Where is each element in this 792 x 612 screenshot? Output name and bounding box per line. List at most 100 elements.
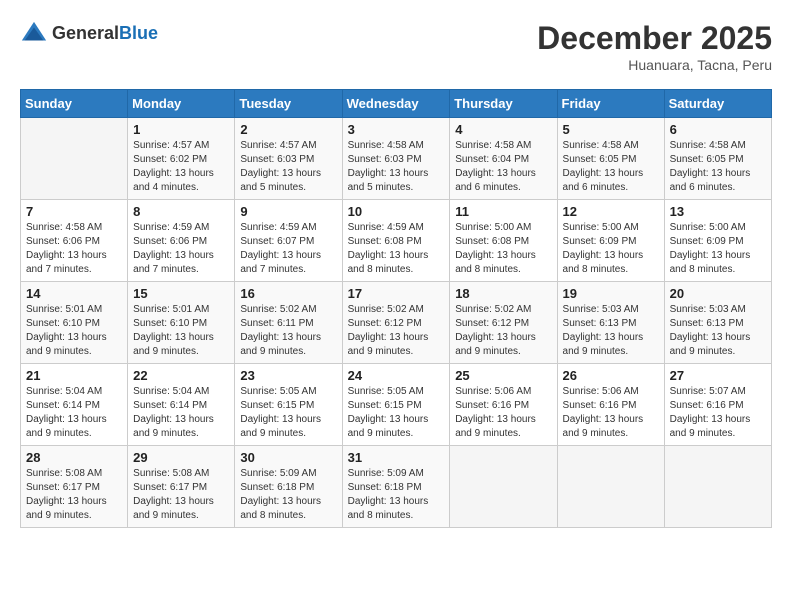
- cell-date: 17: [348, 286, 445, 301]
- cell-date: 6: [670, 122, 766, 137]
- page-header: GeneralBlue December 2025 Huanuara, Tacn…: [20, 20, 772, 73]
- cell-date: 24: [348, 368, 445, 383]
- cell-date: 14: [26, 286, 122, 301]
- cell-info: Sunrise: 5:04 AMSunset: 6:14 PMDaylight:…: [133, 385, 229, 441]
- cell-date: 29: [133, 450, 229, 465]
- calendar-cell: 15 Sunrise: 5:01 AMSunset: 6:10 PMDaylig…: [128, 282, 235, 364]
- calendar-row: 21 Sunrise: 5:04 AMSunset: 6:14 PMDaylig…: [21, 364, 772, 446]
- weekday-header: Saturday: [664, 90, 771, 118]
- cell-date: 13: [670, 204, 766, 219]
- cell-info: Sunrise: 5:00 AMSunset: 6:08 PMDaylight:…: [455, 221, 551, 277]
- cell-info: Sunrise: 4:59 AMSunset: 6:08 PMDaylight:…: [348, 221, 445, 277]
- cell-date: 8: [133, 204, 229, 219]
- calendar-row: 7 Sunrise: 4:58 AMSunset: 6:06 PMDayligh…: [21, 200, 772, 282]
- calendar-cell: 12 Sunrise: 5:00 AMSunset: 6:09 PMDaylig…: [557, 200, 664, 282]
- cell-info: Sunrise: 4:59 AMSunset: 6:07 PMDaylight:…: [240, 221, 336, 277]
- calendar-cell: 31 Sunrise: 5:09 AMSunset: 6:18 PMDaylig…: [342, 446, 450, 528]
- weekday-header: Thursday: [450, 90, 557, 118]
- cell-info: Sunrise: 5:05 AMSunset: 6:15 PMDaylight:…: [240, 385, 336, 441]
- cell-date: 3: [348, 122, 445, 137]
- calendar-cell: 27 Sunrise: 5:07 AMSunset: 6:16 PMDaylig…: [664, 364, 771, 446]
- calendar-cell: [664, 446, 771, 528]
- cell-info: Sunrise: 5:05 AMSunset: 6:15 PMDaylight:…: [348, 385, 445, 441]
- title-block: December 2025 Huanuara, Tacna, Peru: [537, 20, 772, 73]
- cell-info: Sunrise: 5:01 AMSunset: 6:10 PMDaylight:…: [26, 303, 122, 359]
- calendar-body: 1 Sunrise: 4:57 AMSunset: 6:02 PMDayligh…: [21, 118, 772, 528]
- cell-date: 5: [563, 122, 659, 137]
- calendar-cell: 29 Sunrise: 5:08 AMSunset: 6:17 PMDaylig…: [128, 446, 235, 528]
- cell-info: Sunrise: 5:09 AMSunset: 6:18 PMDaylight:…: [348, 467, 445, 523]
- cell-info: Sunrise: 4:57 AMSunset: 6:02 PMDaylight:…: [133, 139, 229, 195]
- cell-date: 21: [26, 368, 122, 383]
- calendar-cell: 28 Sunrise: 5:08 AMSunset: 6:17 PMDaylig…: [21, 446, 128, 528]
- calendar-table: SundayMondayTuesdayWednesdayThursdayFrid…: [20, 89, 772, 528]
- cell-date: 9: [240, 204, 336, 219]
- calendar-row: 1 Sunrise: 4:57 AMSunset: 6:02 PMDayligh…: [21, 118, 772, 200]
- weekday-header: Sunday: [21, 90, 128, 118]
- calendar-cell: 10 Sunrise: 4:59 AMSunset: 6:08 PMDaylig…: [342, 200, 450, 282]
- calendar-cell: 2 Sunrise: 4:57 AMSunset: 6:03 PMDayligh…: [235, 118, 342, 200]
- calendar-cell: 9 Sunrise: 4:59 AMSunset: 6:07 PMDayligh…: [235, 200, 342, 282]
- cell-info: Sunrise: 5:06 AMSunset: 6:16 PMDaylight:…: [563, 385, 659, 441]
- calendar-cell: 18 Sunrise: 5:02 AMSunset: 6:12 PMDaylig…: [450, 282, 557, 364]
- cell-info: Sunrise: 5:03 AMSunset: 6:13 PMDaylight:…: [563, 303, 659, 359]
- calendar-cell: [450, 446, 557, 528]
- cell-info: Sunrise: 4:58 AMSunset: 6:04 PMDaylight:…: [455, 139, 551, 195]
- cell-date: 2: [240, 122, 336, 137]
- cell-info: Sunrise: 5:02 AMSunset: 6:12 PMDaylight:…: [455, 303, 551, 359]
- cell-info: Sunrise: 5:00 AMSunset: 6:09 PMDaylight:…: [670, 221, 766, 277]
- logo-text: GeneralBlue: [52, 24, 158, 44]
- cell-info: Sunrise: 5:02 AMSunset: 6:12 PMDaylight:…: [348, 303, 445, 359]
- cell-date: 30: [240, 450, 336, 465]
- cell-info: Sunrise: 4:58 AMSunset: 6:05 PMDaylight:…: [670, 139, 766, 195]
- calendar-cell: 6 Sunrise: 4:58 AMSunset: 6:05 PMDayligh…: [664, 118, 771, 200]
- cell-date: 25: [455, 368, 551, 383]
- cell-date: 12: [563, 204, 659, 219]
- cell-date: 10: [348, 204, 445, 219]
- calendar-cell: 17 Sunrise: 5:02 AMSunset: 6:12 PMDaylig…: [342, 282, 450, 364]
- calendar-row: 14 Sunrise: 5:01 AMSunset: 6:10 PMDaylig…: [21, 282, 772, 364]
- calendar-cell: 20 Sunrise: 5:03 AMSunset: 6:13 PMDaylig…: [664, 282, 771, 364]
- calendar-cell: 13 Sunrise: 5:00 AMSunset: 6:09 PMDaylig…: [664, 200, 771, 282]
- calendar-cell: 26 Sunrise: 5:06 AMSunset: 6:16 PMDaylig…: [557, 364, 664, 446]
- cell-info: Sunrise: 5:02 AMSunset: 6:11 PMDaylight:…: [240, 303, 336, 359]
- calendar-header: SundayMondayTuesdayWednesdayThursdayFrid…: [21, 90, 772, 118]
- cell-date: 18: [455, 286, 551, 301]
- calendar-cell: 23 Sunrise: 5:05 AMSunset: 6:15 PMDaylig…: [235, 364, 342, 446]
- location: Huanuara, Tacna, Peru: [537, 57, 772, 73]
- cell-info: Sunrise: 4:59 AMSunset: 6:06 PMDaylight:…: [133, 221, 229, 277]
- cell-info: Sunrise: 5:06 AMSunset: 6:16 PMDaylight:…: [455, 385, 551, 441]
- cell-info: Sunrise: 5:04 AMSunset: 6:14 PMDaylight:…: [26, 385, 122, 441]
- logo-icon: [20, 20, 48, 48]
- calendar-cell: 7 Sunrise: 4:58 AMSunset: 6:06 PMDayligh…: [21, 200, 128, 282]
- calendar-cell: [21, 118, 128, 200]
- cell-date: 23: [240, 368, 336, 383]
- cell-date: 16: [240, 286, 336, 301]
- calendar-cell: 16 Sunrise: 5:02 AMSunset: 6:11 PMDaylig…: [235, 282, 342, 364]
- cell-info: Sunrise: 5:08 AMSunset: 6:17 PMDaylight:…: [133, 467, 229, 523]
- weekday-header: Friday: [557, 90, 664, 118]
- cell-date: 31: [348, 450, 445, 465]
- calendar-cell: 3 Sunrise: 4:58 AMSunset: 6:03 PMDayligh…: [342, 118, 450, 200]
- calendar-row: 28 Sunrise: 5:08 AMSunset: 6:17 PMDaylig…: [21, 446, 772, 528]
- cell-info: Sunrise: 5:07 AMSunset: 6:16 PMDaylight:…: [670, 385, 766, 441]
- cell-date: 11: [455, 204, 551, 219]
- cell-info: Sunrise: 4:58 AMSunset: 6:06 PMDaylight:…: [26, 221, 122, 277]
- cell-date: 4: [455, 122, 551, 137]
- cell-date: 20: [670, 286, 766, 301]
- calendar-cell: 5 Sunrise: 4:58 AMSunset: 6:05 PMDayligh…: [557, 118, 664, 200]
- cell-info: Sunrise: 5:00 AMSunset: 6:09 PMDaylight:…: [563, 221, 659, 277]
- calendar-cell: 30 Sunrise: 5:09 AMSunset: 6:18 PMDaylig…: [235, 446, 342, 528]
- calendar-cell: 14 Sunrise: 5:01 AMSunset: 6:10 PMDaylig…: [21, 282, 128, 364]
- cell-info: Sunrise: 5:03 AMSunset: 6:13 PMDaylight:…: [670, 303, 766, 359]
- calendar-cell: 4 Sunrise: 4:58 AMSunset: 6:04 PMDayligh…: [450, 118, 557, 200]
- cell-info: Sunrise: 5:09 AMSunset: 6:18 PMDaylight:…: [240, 467, 336, 523]
- calendar-cell: 19 Sunrise: 5:03 AMSunset: 6:13 PMDaylig…: [557, 282, 664, 364]
- calendar-cell: 1 Sunrise: 4:57 AMSunset: 6:02 PMDayligh…: [128, 118, 235, 200]
- cell-info: Sunrise: 5:08 AMSunset: 6:17 PMDaylight:…: [26, 467, 122, 523]
- cell-date: 1: [133, 122, 229, 137]
- cell-info: Sunrise: 4:58 AMSunset: 6:05 PMDaylight:…: [563, 139, 659, 195]
- cell-date: 15: [133, 286, 229, 301]
- cell-date: 27: [670, 368, 766, 383]
- calendar-cell: 8 Sunrise: 4:59 AMSunset: 6:06 PMDayligh…: [128, 200, 235, 282]
